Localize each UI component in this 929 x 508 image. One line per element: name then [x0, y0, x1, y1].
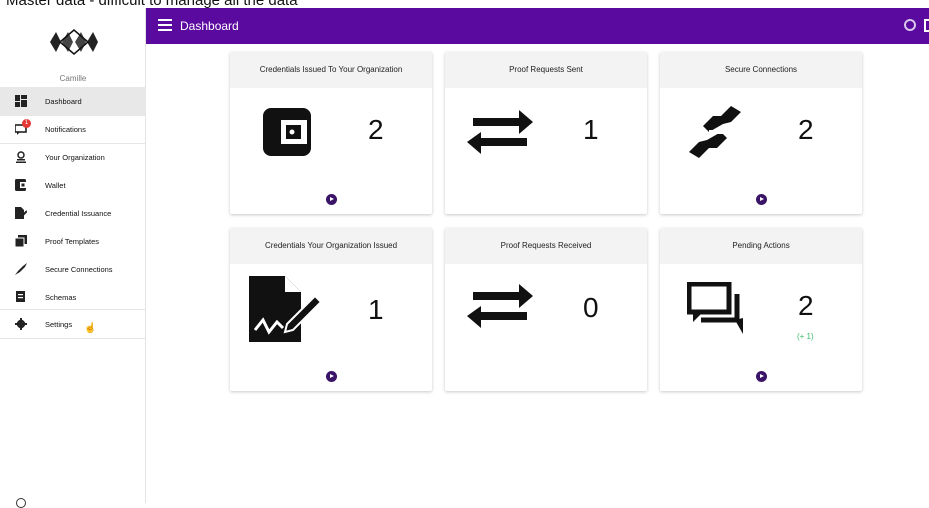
card-value: 2 — [798, 114, 814, 145]
card-value: 2 — [368, 114, 384, 145]
card-sub-value: (+ 1) — [797, 332, 814, 341]
sidebar-item-secure-connections[interactable]: Secure Connections — [0, 255, 146, 283]
sidebar-item-label: Settings — [45, 320, 73, 329]
signed-document-icon — [249, 276, 323, 342]
wallet-icon — [15, 179, 26, 191]
sidebar-item-your-organization[interactable]: Your Organization — [0, 143, 146, 171]
top-app-bar: Dashboard — [146, 8, 929, 44]
sidebar-item-label: Wallet — [45, 181, 66, 190]
sidebar: Camille Dashboard 1 Notifications Your O… — [0, 8, 146, 503]
sidebar-item-credential-issuance[interactable]: Credential Issuance — [0, 199, 146, 227]
sidebar-item-label: Schemas — [45, 293, 77, 302]
help-icon[interactable] — [16, 498, 26, 508]
secure-connections-icon — [15, 263, 27, 275]
card-value: 2 — [798, 290, 814, 321]
dashboard-icon — [15, 95, 27, 107]
card-value: 1 — [583, 114, 599, 145]
exchange-icon — [467, 284, 533, 328]
pointer-cursor-icon: ☝ — [84, 323, 97, 334]
exchange-icon — [467, 110, 533, 154]
card-title: Pending Actions — [660, 228, 862, 264]
card-title: Secure Connections — [660, 52, 862, 88]
arrow-circle-right-icon[interactable] — [756, 371, 767, 382]
sidebar-item-schemas[interactable]: Schemas — [0, 283, 146, 311]
page-title: Dashboard — [180, 19, 239, 33]
sidebar-item-label: Your Organization — [45, 153, 105, 162]
fingerprint-icon[interactable] — [904, 19, 916, 31]
notification-badge: 1 — [22, 119, 31, 128]
logout-icon[interactable] — [924, 19, 929, 32]
sidebar-item-dashboard[interactable]: Dashboard — [0, 87, 146, 115]
credential-issuance-icon — [15, 207, 27, 219]
card-title: Proof Requests Received — [445, 228, 647, 264]
card-title: Credentials Your Organization Issued — [230, 228, 432, 264]
card-secure-connections: Secure Connections 2 — [660, 52, 862, 214]
organization-icon — [16, 151, 26, 163]
caption-text-strip: Master data - difficult to manage all th… — [0, 0, 929, 8]
card-credentials-org-issued: Credentials Your Organization Issued 1 — [230, 228, 432, 391]
user-name: Camille — [59, 74, 87, 83]
card-title: Proof Requests Sent — [445, 52, 647, 88]
divider — [0, 338, 146, 339]
logo — [50, 29, 98, 55]
sidebar-item-label: Secure Connections — [45, 265, 113, 274]
card-pending-actions: Pending Actions 2 (+ 1) — [660, 228, 862, 391]
card-title: Credentials Issued To Your Organization — [230, 52, 432, 88]
wallet-icon — [263, 108, 311, 156]
sidebar-item-wallet[interactable]: Wallet — [0, 171, 146, 199]
arrow-circle-right-icon[interactable] — [756, 194, 767, 205]
card-credentials-issued-to-org: Credentials Issued To Your Organization … — [230, 52, 432, 214]
sidebar-item-label: Credential Issuance — [45, 209, 112, 218]
card-value: 0 — [583, 292, 599, 323]
caption-text: Master data - difficult to manage all th… — [6, 0, 298, 8]
proof-templates-icon — [15, 235, 27, 247]
handshake-icon — [689, 106, 741, 158]
sidebar-item-label: Notifications — [45, 125, 86, 134]
card-proof-requests-received: Proof Requests Received 0 — [445, 228, 647, 391]
hamburger-menu-icon[interactable] — [158, 19, 172, 31]
card-proof-requests-sent: Proof Requests Sent 1 — [445, 52, 647, 214]
arrow-circle-right-icon[interactable] — [326, 194, 337, 205]
sidebar-item-notifications[interactable]: 1 Notifications — [0, 115, 146, 143]
arrow-circle-right-icon[interactable] — [326, 371, 337, 382]
card-value: 1 — [368, 294, 384, 325]
chat-icon — [687, 282, 743, 334]
schemas-icon — [16, 291, 25, 302]
sidebar-item-label: Dashboard — [45, 97, 82, 106]
sidebar-item-settings[interactable]: Settings — [0, 310, 146, 338]
gear-icon — [15, 318, 27, 330]
sidebar-item-label: Proof Templates — [45, 237, 100, 246]
sidebar-item-proof-templates[interactable]: Proof Templates — [0, 227, 146, 255]
